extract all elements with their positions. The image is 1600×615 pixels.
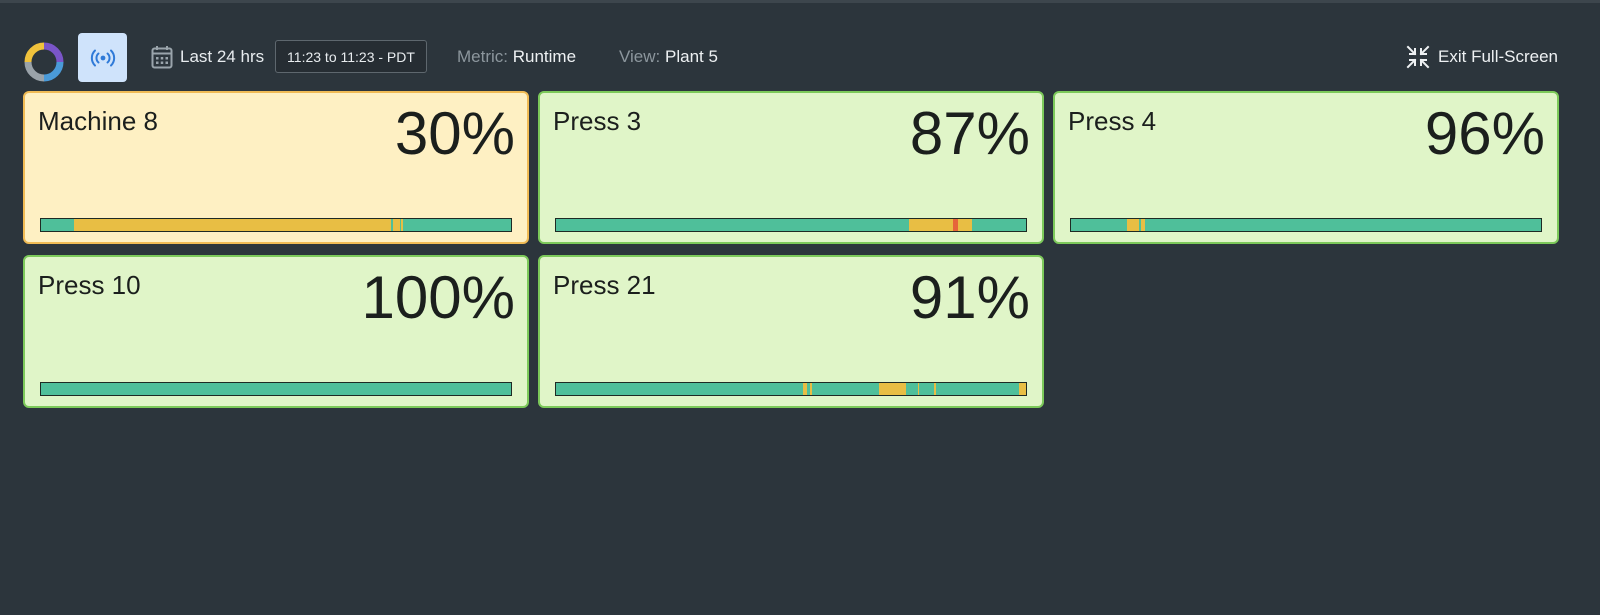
view-label: View: — [619, 47, 661, 66]
timeline-segment-idle — [879, 383, 906, 395]
machine-card[interactable]: Press 10 100% — [23, 255, 529, 408]
runtime-timeline-bar[interactable] — [1070, 218, 1542, 232]
machine-name: Machine 8 — [38, 106, 158, 136]
runtime-timeline-bar[interactable] — [555, 382, 1027, 396]
timeline-segment-idle — [401, 219, 403, 231]
timeline-segment-idle — [73, 219, 392, 231]
machine-name: Press 10 — [38, 270, 141, 300]
machine-percent: 100% — [361, 264, 515, 331]
broadcast-icon — [90, 49, 115, 66]
collapse-icon — [1406, 45, 1430, 69]
calendar-icon[interactable] — [151, 45, 173, 69]
timeline-segment-idle — [908, 219, 954, 231]
timeline-segment-idle — [934, 383, 936, 395]
top-divider — [0, 0, 1600, 3]
view-value: Plant 5 — [665, 47, 718, 66]
runtime-timeline-bar[interactable] — [40, 218, 512, 232]
machine-card[interactable]: Press 4 96% — [1053, 91, 1559, 244]
live-broadcast-button[interactable] — [78, 33, 127, 82]
machine-name: Press 3 — [553, 106, 642, 136]
exit-fullscreen-button[interactable]: Exit Full-Screen — [1406, 44, 1558, 70]
machine-percent: 91% — [909, 264, 1030, 331]
metric-selector[interactable]: Metric: Runtime — [457, 47, 576, 67]
timeline-segment-idle — [1140, 219, 1146, 231]
logo-ring-icon[interactable] — [22, 40, 66, 84]
metric-value: Runtime — [512, 47, 577, 66]
toolbar: Last 24 hrs 11:23 to 11:23 - PDT Metric:… — [0, 32, 1600, 84]
machine-card[interactable]: Press 3 87% — [538, 91, 1044, 244]
timeline-segment-idle — [1018, 383, 1026, 395]
timeline-segment-idle — [957, 219, 972, 231]
runtime-timeline-bar[interactable] — [40, 382, 512, 396]
timeline-segment-idle — [392, 219, 400, 231]
timeline-segment-idle — [1127, 219, 1140, 231]
metric-label: Metric: — [457, 47, 508, 66]
machine-card[interactable]: Press 21 91% — [538, 255, 1044, 408]
timeline-segment-idle — [917, 383, 920, 395]
view-selector[interactable]: View: Plant 5 — [619, 47, 718, 67]
machine-name: Press 4 — [1068, 106, 1157, 136]
exit-fullscreen-label: Exit Full-Screen — [1438, 47, 1558, 66]
machine-percent: 87% — [909, 100, 1030, 167]
timeline-segment-idle — [802, 383, 808, 395]
runtime-timeline-bar[interactable] — [555, 218, 1027, 232]
timeline-segment-idle — [809, 383, 813, 395]
time-range-box[interactable]: 11:23 to 11:23 - PDT — [275, 40, 427, 73]
machine-name: Press 21 — [553, 270, 656, 300]
machine-percent: 96% — [1424, 100, 1545, 167]
machine-card[interactable]: Machine 8 30% — [23, 91, 529, 244]
date-range-label[interactable]: Last 24 hrs — [180, 47, 264, 67]
machine-percent: 30% — [394, 100, 515, 167]
